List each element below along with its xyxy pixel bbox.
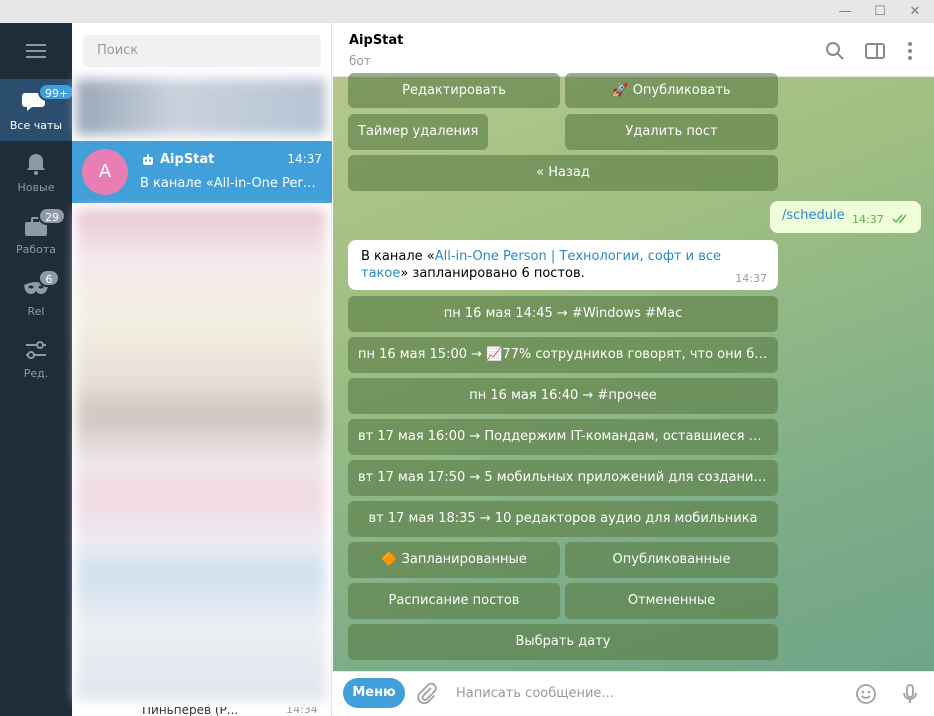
close-window-button[interactable]: ✕ <box>898 0 932 23</box>
chat-time: 14:34 <box>286 707 318 716</box>
sliders-icon <box>26 341 46 359</box>
chat-name: Пиньперев (Р... <box>142 707 239 716</box>
window-titlebar: — ☐ ✕ <box>0 0 934 23</box>
scheduled-list-button[interactable]: 🔶 Запланированные <box>348 542 560 578</box>
message-prefix: В канале « <box>361 249 435 264</box>
blurred-chat-item[interactable] <box>76 79 326 135</box>
folder-rel[interactable]: 6 Rel <box>0 265 72 327</box>
message-composer: Меню Написать сообщение... <box>333 671 934 716</box>
chat-list-panel: Поиск A AipStat 14:37 В канале «All-in-O… <box>72 23 332 716</box>
delete-timer-button[interactable]: Таймер удаления <box>348 114 489 150</box>
folder-work[interactable]: 29 Работа <box>0 203 72 265</box>
incoming-message[interactable]: В канале «All-in-One Person | Технологии… <box>348 240 778 290</box>
blurred-chat-items[interactable] <box>76 209 326 701</box>
search-icon[interactable] <box>823 39 847 63</box>
chat-title: AipStat <box>349 33 404 48</box>
bot-icon <box>143 154 153 165</box>
chat-item-peek[interactable]: Пиньперев (Р... 14:34 <box>72 707 332 716</box>
paperclip-icon[interactable] <box>415 682 439 706</box>
scheduled-post-button[interactable]: пн 16 мая 14:45 → #Windows #Mac <box>348 296 778 332</box>
folder-badge: 99+ <box>38 83 76 101</box>
message-time: 14:37 <box>852 213 884 226</box>
folder-badge: 6 <box>38 269 60 287</box>
chat-item-aipstat[interactable]: A AipStat 14:37 В канале «All-in-One Per… <box>72 141 332 203</box>
cancelled-list-button[interactable]: Отмененные <box>565 583 778 619</box>
scheduled-post-button[interactable]: пн 16 мая 15:00 → 📈77% сотрудников говор… <box>348 337 778 373</box>
post-schedule-button[interactable]: Расписание постов <box>348 583 560 619</box>
search-input[interactable]: Поиск <box>83 35 321 67</box>
main-menu-button[interactable] <box>0 23 72 79</box>
chat-area: AipStat бот Редактировать 🚀 Опубликовать… <box>333 23 934 716</box>
microphone-icon[interactable] <box>898 682 922 706</box>
bell-icon <box>27 154 45 175</box>
scheduled-post-button[interactable]: вт 17 мая 18:35 → 10 редакторов аудио дл… <box>348 501 778 537</box>
message-time: 14:37 <box>735 272 767 285</box>
folders-sidebar: 99+ Все чаты Новые 29 Работа 6 Rel Ред. <box>0 23 76 716</box>
folder-label: Новые <box>17 181 55 194</box>
folder-label: Все чаты <box>9 119 63 132</box>
publish-button[interactable]: 🚀 Опубликовать <box>565 73 778 108</box>
chat-subtitle: бот <box>349 54 371 68</box>
scheduled-post-button[interactable]: вт 17 мая 16:00 → Поддержим IT-командам,… <box>348 419 778 455</box>
sidebar-toggle-icon[interactable] <box>863 39 887 63</box>
chat-header[interactable]: AipStat бот <box>333 23 934 77</box>
folder-label: Ред. <box>23 367 49 380</box>
folder-badge: 29 <box>38 207 66 225</box>
chat-time: 14:37 <box>287 152 322 166</box>
more-vertical-icon[interactable] <box>898 39 922 63</box>
emoji-icon[interactable] <box>854 682 878 706</box>
chat-name: AipStat <box>160 152 215 167</box>
folder-all-chats[interactable]: 99+ Все чаты <box>0 79 76 141</box>
folder-label: Работа <box>15 243 57 256</box>
scheduled-post-button[interactable]: вт 17 мая 17:50 → 5 мобильных приложений… <box>348 460 778 496</box>
bot-menu-button[interactable]: Меню <box>343 678 405 708</box>
double-check-icon <box>892 214 907 224</box>
message-suffix: » запланировано 6 постов. <box>400 266 585 281</box>
message-input[interactable]: Написать сообщение... <box>456 686 614 701</box>
message-text: В канале «All-in-One Person | Технологии… <box>361 248 741 282</box>
published-list-button[interactable]: Опубликованные <box>565 542 778 578</box>
message-text[interactable]: /schedule <box>782 208 845 223</box>
outgoing-message[interactable]: /schedule 14:37 <box>770 201 921 233</box>
folder-label: Rel <box>27 305 45 318</box>
folder-new[interactable]: Новые <box>0 141 72 203</box>
chat-preview: В канале «All-in-One Person | Технологии… <box>140 176 322 191</box>
delete-post-button[interactable]: Удалить пост <box>565 114 778 150</box>
minimize-button[interactable]: — <box>828 0 862 23</box>
scheduled-post-button[interactable]: пн 16 мая 16:40 → #прочее <box>348 378 778 414</box>
edit-button[interactable]: Редактировать <box>348 73 560 108</box>
back-button[interactable]: « Назад <box>348 155 778 191</box>
choose-date-button[interactable]: Выбрать дату <box>348 624 778 660</box>
avatar: A <box>82 149 128 195</box>
folder-edit[interactable]: Ред. <box>0 327 72 389</box>
hamburger-icon <box>26 44 46 58</box>
maximize-button[interactable]: ☐ <box>863 0 897 23</box>
